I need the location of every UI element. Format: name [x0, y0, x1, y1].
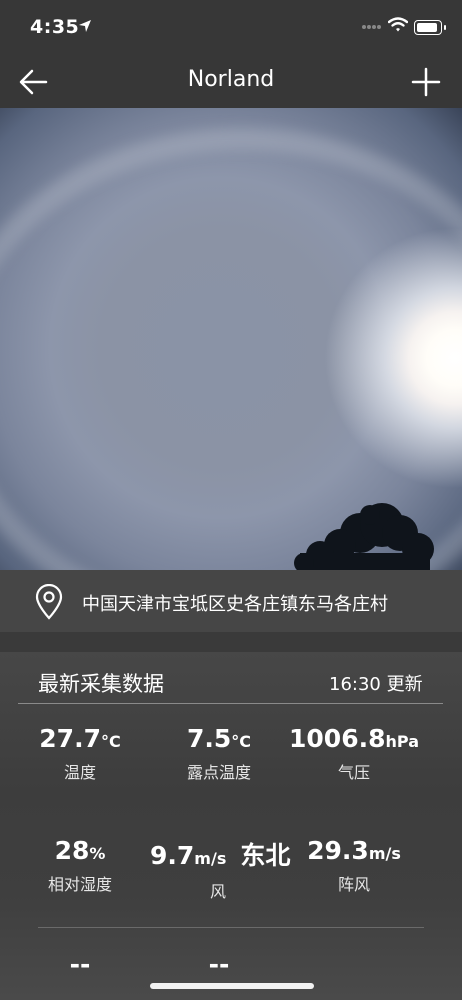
- location-address: 中国天津市宝坻区史各庄镇东马各庄村: [82, 594, 388, 615]
- sky-camera-image: [0, 108, 462, 570]
- panel-heading: 最新采集数据: [38, 672, 164, 696]
- temperature-reading: 27.7°C 温度: [39, 724, 121, 782]
- reading-placeholder: --: [69, 950, 91, 979]
- humidity-reading: 28% 相对湿度: [47, 836, 112, 894]
- battery-icon: [414, 20, 446, 35]
- navigation-bar: Norland: [0, 56, 462, 108]
- reading-placeholder: --: [208, 950, 230, 979]
- divider: [18, 703, 443, 704]
- divider: [38, 927, 424, 928]
- wind-direction: 东北: [240, 841, 291, 870]
- location-bar: 中国天津市宝坻区史各庄镇东马各庄村: [0, 570, 462, 632]
- add-button[interactable]: [410, 66, 442, 98]
- home-indicator[interactable]: [150, 983, 314, 989]
- update-time: 16:30 更新: [329, 674, 423, 695]
- signal-icon: [362, 25, 382, 31]
- wifi-icon: [387, 17, 409, 37]
- page-title: Norland: [187, 67, 275, 92]
- map-pin-icon: [33, 583, 65, 624]
- gust-reading: 29.3m/s 阵风: [307, 836, 401, 894]
- location-arrow-icon: [78, 18, 92, 37]
- dew-point-reading: 7.5°C 露点温度: [186, 724, 252, 782]
- pressure-reading: 1006.8hPa 气压: [289, 724, 419, 782]
- status-bar: 4:35: [0, 0, 462, 56]
- data-panel: 最新采集数据 16:30 更新 27.7°C 温度 7.5°C 露点温度 100…: [0, 652, 462, 1000]
- plus-icon: [411, 67, 441, 97]
- tree-silhouette: [294, 503, 434, 570]
- wind-reading: 9.7m/s 东北 风: [150, 841, 291, 901]
- status-time: 4:35: [30, 16, 80, 38]
